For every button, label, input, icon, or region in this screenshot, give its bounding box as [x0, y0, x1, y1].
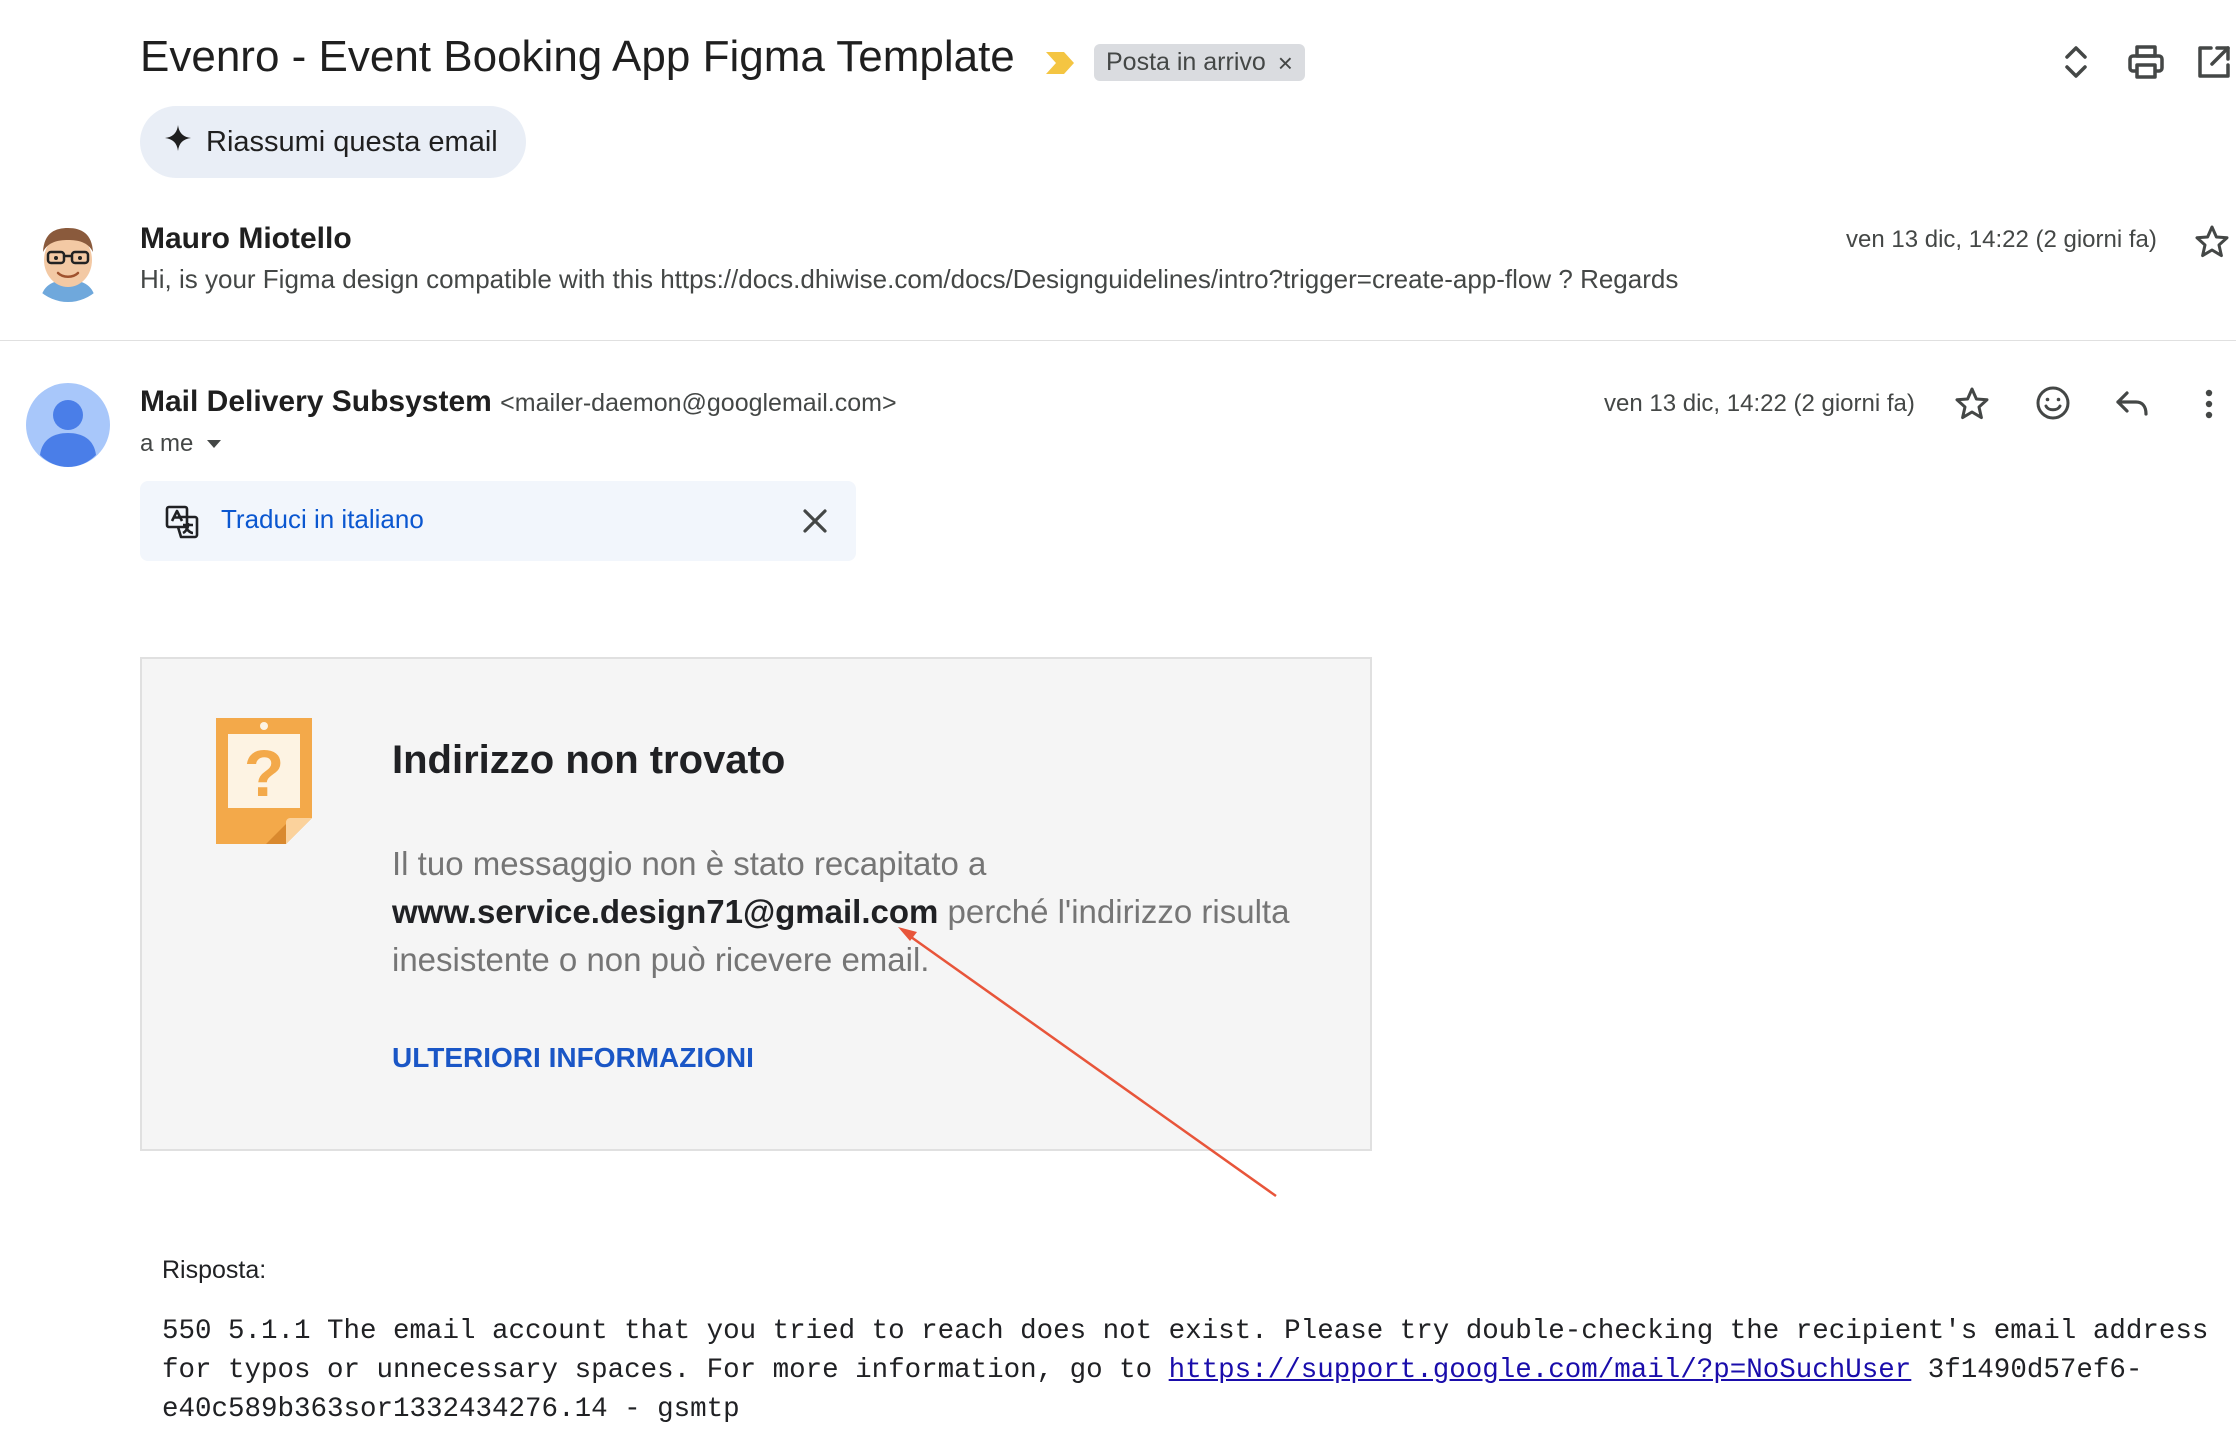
annotation-arrow	[898, 927, 1277, 1198]
response-label: Risposta:	[162, 1256, 267, 1284]
response-text: 550 5.1.1 The email account that you tri…	[162, 1312, 2222, 1429]
support-link[interactable]: https://support.google.com/mail/?p=NoSuc…	[1169, 1355, 1912, 1386]
